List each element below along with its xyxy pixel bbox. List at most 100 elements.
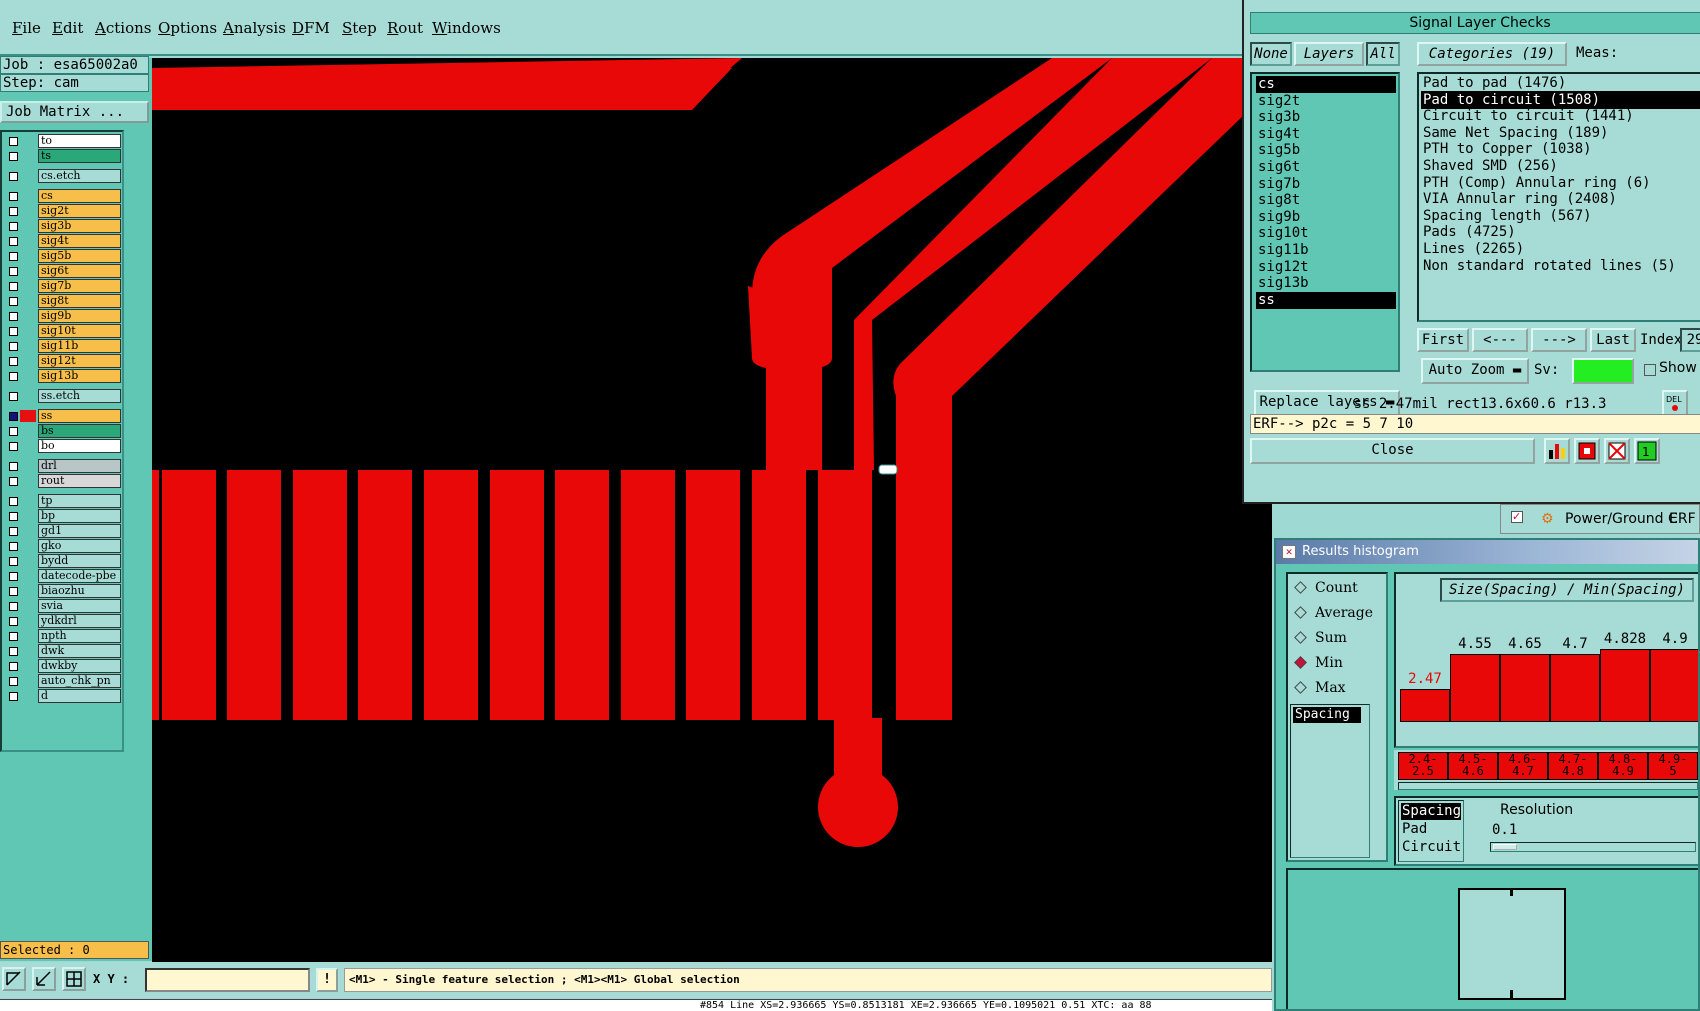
layer-checkbox[interactable] [9,602,18,611]
layer-checkbox[interactable] [9,662,18,671]
histogram-scrollbar[interactable] [1398,782,1698,790]
menu-item[interactable]: Actions [95,19,151,37]
check-layer-item[interactable]: sig4t [1256,126,1396,143]
layer-checkbox[interactable] [9,557,18,566]
layer-checkbox[interactable] [9,372,18,381]
menu-item[interactable]: Options [158,19,217,37]
layer-name[interactable]: sig3b [38,219,121,233]
layer-row[interactable]: auto_chk_pn [2,674,122,688]
category-item[interactable]: Circuit to circuit (1441) [1421,107,1700,125]
layer-name[interactable]: dwkby [38,659,121,673]
layer-name[interactable]: bp [38,509,121,523]
layer-row[interactable]: cs [2,189,122,203]
check-layer-item[interactable]: sig6t [1256,159,1396,176]
layer-name[interactable]: svia [38,599,121,613]
menu-item[interactable]: Analysis [223,19,286,37]
layer-name[interactable]: to [38,134,121,148]
menu-item[interactable]: Step [342,19,377,37]
job-matrix-button[interactable]: Job Matrix ... [0,101,149,123]
layer-name[interactable]: cs.etch [38,169,121,183]
none-button[interactable]: None [1250,42,1292,66]
layer-checkbox[interactable] [9,587,18,596]
layer-row[interactable]: bp [2,509,122,523]
histogram-bar[interactable] [1500,654,1550,722]
aggregate-radio[interactable]: Min [1294,655,1343,671]
close-button[interactable]: Close [1250,438,1535,464]
layer-row[interactable]: ss.etch [2,389,122,403]
menu-item[interactable]: Windows [432,19,501,37]
first-button[interactable]: First [1417,328,1469,352]
layer-row[interactable]: sig11b [2,339,122,353]
layer-row[interactable]: svia [2,599,122,613]
layer-name[interactable]: sig10t [38,324,121,338]
layer-checkbox[interactable] [9,677,18,686]
check-layer-item[interactable]: sig5b [1256,142,1396,159]
layer-checkbox[interactable] [9,497,18,506]
layer-checkbox[interactable] [9,572,18,581]
layer-name[interactable]: sig4t [38,234,121,248]
power-ground-label[interactable]: Power/Ground C [1565,511,1678,527]
layer-row[interactable]: dwk [2,644,122,658]
layer-row[interactable]: sig8t [2,294,122,308]
layer-checkbox[interactable] [9,617,18,626]
step-icon[interactable]: 1 [1634,438,1660,464]
graphic-canvas[interactable] [152,58,1272,967]
layer-row[interactable]: dwkby [2,659,122,673]
category-item[interactable]: PTH (Comp) Annular ring (6) [1421,174,1700,192]
layer-row[interactable]: rout [2,474,122,488]
check-layer-item[interactable]: sig11b [1256,242,1396,259]
aggregate-radio[interactable]: Average [1294,605,1373,621]
layer-row[interactable]: bs [2,424,122,438]
grid-icon[interactable] [62,967,86,991]
check-icon[interactable]: ✓ [1511,511,1523,523]
layer-checkbox[interactable] [9,297,18,306]
layer-row[interactable]: cs.etch [2,169,122,183]
check-layer-item[interactable]: sig10t [1256,225,1396,242]
last-button[interactable]: Last [1590,328,1636,352]
auto-zoom-menu[interactable]: Auto Zoom ▬ [1421,358,1529,384]
layer-row[interactable]: sig13b [2,369,122,383]
layer-row[interactable]: sig5b [2,249,122,263]
layer-checkbox[interactable] [9,207,18,216]
layer-name[interactable]: ss [38,409,121,423]
layer-name[interactable]: npth [38,629,121,643]
layer-name[interactable]: datecode-pbe [38,569,121,583]
index-field[interactable]: 29 [1680,328,1700,352]
menu-item[interactable]: Edit [52,19,83,37]
layer-row[interactable]: drl [2,459,122,473]
layer-name[interactable]: drl [38,459,121,473]
layer-row[interactable]: ts [2,149,122,163]
resolution-slider[interactable] [1490,842,1696,852]
layer-checkbox[interactable] [9,172,18,181]
layer-name[interactable]: bydd [38,554,121,568]
layer-checkbox[interactable] [9,412,18,421]
layer-checkbox[interactable] [9,312,18,321]
histogram-bar[interactable] [1450,654,1500,722]
layer-checkbox[interactable] [9,632,18,641]
field-list-item[interactable]: Spacing [1293,707,1361,723]
layer-row[interactable]: ydkdrl [2,614,122,628]
menu-item[interactable]: File [12,19,41,37]
check-layer-item[interactable]: sig13b [1256,275,1396,292]
layer-name[interactable]: sig5b [38,249,121,263]
layer-name[interactable]: ts [38,149,121,163]
category-item[interactable]: Pad to pad (1476) [1421,74,1700,92]
layer-name[interactable]: sig13b [38,369,121,383]
layer-name[interactable]: sig2t [38,204,121,218]
category-item[interactable]: PTH to Copper (1038) [1421,140,1700,158]
check-layer-item[interactable]: cs [1256,76,1396,93]
layer-name[interactable]: bs [38,424,121,438]
histogram-bar[interactable] [1600,649,1650,722]
layer-row[interactable]: gko [2,539,122,553]
sv-color-menu[interactable] [1572,358,1634,384]
layer-checkbox[interactable] [9,137,18,146]
histogram-bar[interactable] [1400,689,1450,722]
layers-button[interactable]: Layers [1294,42,1364,66]
layer-name[interactable]: cs [38,189,121,203]
category-item[interactable]: Non standard rotated lines (5) [1421,257,1700,275]
category-item[interactable]: Pad to circuit (1508) [1421,90,1700,109]
check-layer-item[interactable]: ss [1256,291,1396,309]
category-item[interactable]: Shaved SMD (256) [1421,157,1700,175]
layer-name[interactable]: gko [38,539,121,553]
highlight-icon[interactable] [1574,438,1600,464]
